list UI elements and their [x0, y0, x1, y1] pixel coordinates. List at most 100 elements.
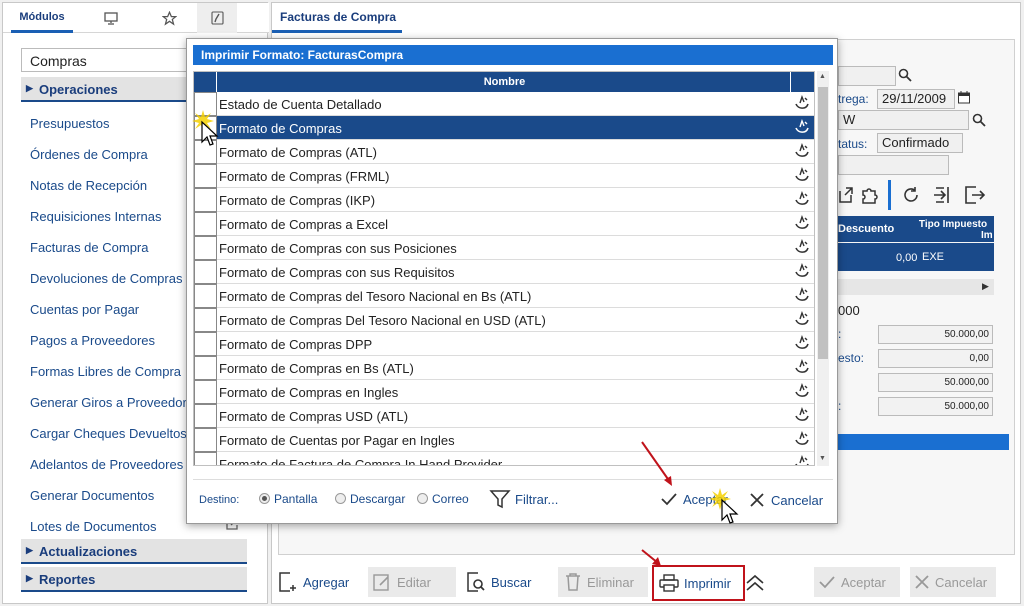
quick-action-icon[interactable] — [794, 166, 810, 183]
imprimir-button[interactable]: Imprimir — [652, 565, 745, 601]
expand-icon[interactable] — [838, 186, 854, 207]
puzzle-icon[interactable] — [860, 185, 882, 208]
field-w[interactable]: W — [838, 110, 969, 130]
import-icon[interactable] — [932, 185, 952, 208]
double-chevron-up-icon[interactable] — [745, 574, 765, 595]
quick-action-icon[interactable] — [794, 118, 810, 135]
nav-lotes-documentos[interactable]: Lotes de Documentos — [30, 519, 156, 534]
row-checkbox[interactable] — [194, 164, 217, 188]
total-label-4: : — [838, 399, 842, 413]
radio-pantalla[interactable]: Pantalla — [259, 492, 317, 506]
refresh-icon[interactable] — [902, 186, 920, 207]
quick-action-icon[interactable] — [794, 142, 810, 159]
table-hscroll[interactable]: ▶ — [838, 279, 994, 295]
format-row[interactable]: Formato de Compras con sus Requisitos — [194, 260, 814, 284]
format-row[interactable]: Formato de Cuentas por Pagar en Ingles — [194, 428, 814, 452]
nav-pagos-proveedores[interactable]: Pagos a Proveedores — [30, 333, 155, 348]
scrollbar-thumb[interactable] — [818, 87, 828, 359]
search-icon[interactable] — [972, 113, 986, 130]
column-nombre[interactable]: Nombre — [218, 76, 791, 88]
section-reportes[interactable]: ▶ Reportes — [21, 567, 247, 592]
nav-adelantos[interactable]: Adelantos de Proveedores — [30, 457, 183, 472]
quick-action-icon[interactable] — [794, 238, 810, 255]
nav-generar-giros[interactable]: Generar Giros a Proveedores — [30, 395, 201, 410]
eliminar-button[interactable]: Eliminar — [558, 567, 648, 597]
nav-cuentas-pagar[interactable]: Cuentas por Pagar — [30, 302, 139, 317]
tab-facturas-compra[interactable]: Facturas de Compra — [272, 3, 402, 33]
quick-action-icon[interactable] — [794, 190, 810, 207]
field-blank[interactable] — [838, 155, 949, 175]
format-row[interactable]: Formato de Compras USD (ATL) — [194, 404, 814, 428]
format-row[interactable]: Formato de Compras a Excel — [194, 212, 814, 236]
row-checkbox[interactable] — [194, 428, 217, 452]
row-checkbox[interactable] — [194, 356, 217, 380]
radio-descargar[interactable]: Descargar — [335, 492, 405, 506]
calendar-icon[interactable] — [958, 91, 970, 107]
format-row[interactable]: Formato de Compras con sus Posiciones — [194, 236, 814, 260]
search-icon[interactable] — [898, 68, 912, 85]
row-checkbox[interactable] — [194, 332, 217, 356]
scroll-up-icon[interactable]: ▲ — [819, 73, 826, 80]
quick-action-icon[interactable] — [794, 430, 810, 447]
cancelar-dialog-button[interactable]: Cancelar — [749, 492, 823, 508]
nav-requisiciones[interactable]: Requisiciones Internas — [30, 209, 162, 224]
grid-scrollbar[interactable]: ▲ ▼ — [817, 71, 829, 466]
nav-notas-recepcion[interactable]: Notas de Recepción — [30, 178, 147, 193]
format-row[interactable]: Formato de Compras (FRML) — [194, 164, 814, 188]
export-icon[interactable] — [964, 185, 986, 208]
entrega-date-field[interactable]: 29/11/2009 — [877, 89, 955, 109]
items-table-row[interactable]: 0,00 EXE — [838, 243, 994, 271]
tools-icon[interactable] — [197, 3, 237, 33]
format-row[interactable]: Estado de Cuenta Detallado — [194, 92, 814, 116]
row-checkbox[interactable] — [194, 260, 217, 284]
section-actualizaciones[interactable]: ▶ Actualizaciones — [21, 539, 247, 564]
row-checkbox[interactable] — [194, 452, 217, 465]
format-row[interactable]: Formato de Compras del Tesoro Nacional e… — [194, 284, 814, 308]
quick-action-icon[interactable] — [794, 358, 810, 375]
format-row[interactable]: Formato de Compras Del Tesoro Nacional e… — [194, 308, 814, 332]
quick-action-icon[interactable] — [794, 406, 810, 423]
quick-action-icon[interactable] — [794, 214, 810, 231]
editar-button[interactable]: Editar — [368, 567, 456, 597]
quick-action-icon[interactable] — [794, 382, 810, 399]
agregar-button[interactable]: Agregar — [278, 567, 349, 597]
format-row[interactable]: Formato de Compras en Bs (ATL) — [194, 356, 814, 380]
quick-action-icon[interactable] — [794, 454, 810, 465]
row-checkbox[interactable] — [194, 236, 217, 260]
quick-action-icon[interactable] — [794, 310, 810, 327]
nav-ordenes-compra[interactable]: Órdenes de Compra — [30, 147, 148, 162]
nav-devoluciones[interactable]: Devoluciones de Compras — [30, 271, 182, 286]
nav-facturas-compra[interactable]: Facturas de Compra — [30, 240, 149, 255]
star-icon[interactable] — [149, 3, 189, 33]
scroll-right-icon[interactable]: ▶ — [982, 281, 989, 292]
row-checkbox[interactable] — [194, 212, 217, 236]
quick-action-icon[interactable] — [794, 286, 810, 303]
row-checkbox[interactable] — [194, 284, 217, 308]
search-field[interactable] — [838, 66, 896, 86]
buscar-button[interactable]: Buscar — [466, 567, 531, 597]
quick-action-icon[interactable] — [794, 262, 810, 279]
format-row[interactable]: Formato de Compras (ATL) — [194, 140, 814, 164]
format-row[interactable]: Formato de Compras — [194, 116, 814, 140]
format-row[interactable]: Formato de Compras DPP — [194, 332, 814, 356]
row-checkbox[interactable] — [194, 380, 217, 404]
nav-presupuestos[interactable]: Presupuestos — [30, 116, 110, 131]
format-row[interactable]: Formato de Compras (IKP) — [194, 188, 814, 212]
format-row[interactable]: Formato de Factura de Compra In Hand Pro… — [194, 452, 814, 465]
scroll-down-icon[interactable]: ▼ — [819, 455, 826, 462]
row-checkbox[interactable] — [194, 404, 217, 428]
cancelar-main-button[interactable]: Cancelar — [910, 567, 996, 597]
format-row[interactable]: Formato de Compras en Ingles — [194, 380, 814, 404]
aceptar-main-button[interactable]: Aceptar — [814, 567, 900, 597]
nav-cargar-cheques[interactable]: Cargar Cheques Devueltos — [30, 426, 187, 441]
nav-generar-documentos[interactable]: Generar Documentos — [30, 488, 154, 503]
filtrar-button[interactable]: Filtrar... — [489, 488, 558, 510]
row-checkbox[interactable] — [194, 308, 217, 332]
quick-action-icon[interactable] — [794, 94, 810, 111]
monitor-icon[interactable] — [91, 3, 131, 33]
tab-modulos[interactable]: Módulos — [11, 3, 73, 33]
nav-formas-libres[interactable]: Formas Libres de Compra — [30, 364, 181, 379]
quick-action-icon[interactable] — [794, 334, 810, 351]
row-checkbox[interactable] — [194, 188, 217, 212]
radio-correo[interactable]: Correo — [417, 492, 469, 506]
